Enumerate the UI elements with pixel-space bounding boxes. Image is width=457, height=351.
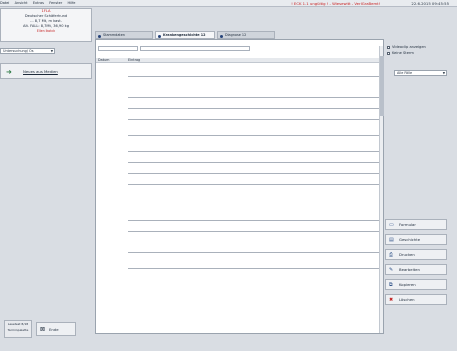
entry-divider	[128, 108, 380, 109]
edit-label: Bearbeiten	[399, 267, 420, 272]
menu-item-view[interactable]: Ansicht	[15, 1, 28, 5]
tab-label: Diagnose 12	[225, 33, 247, 37]
exit-icon: ⊠	[40, 326, 46, 333]
delete-button[interactable]: ✖ Löschen	[385, 294, 447, 305]
delete-icon: ✖	[389, 297, 394, 303]
entry-divider	[128, 162, 380, 163]
form-label: Formular	[399, 222, 416, 227]
scrollbar-thumb[interactable]	[380, 56, 384, 116]
pencil-icon: ✎	[389, 267, 394, 273]
tab-dot-icon	[98, 34, 101, 38]
exam-type-value: Untersuchung/ Os	[3, 49, 34, 53]
history-icon: ▤	[389, 237, 394, 243]
filter-date-input[interactable]	[98, 46, 138, 51]
printer-icon: ⎙	[389, 252, 394, 258]
form-button[interactable]: ▭ Formular	[385, 219, 447, 230]
new-from-media-button[interactable]: ➜ Neues aus Medien	[0, 63, 92, 79]
case-filter-value: Alle Fälle	[397, 71, 413, 75]
checkbox-icon	[387, 45, 390, 49]
history-label: Geschichte	[399, 237, 421, 242]
tab-label: Stammdaten	[103, 33, 125, 37]
entry-divider	[128, 135, 380, 136]
vertical-scrollbar[interactable]	[379, 46, 384, 333]
entry-divider	[128, 151, 380, 152]
tab-dot-icon	[158, 34, 161, 38]
tab-master-data[interactable]: Stammdaten	[95, 31, 153, 39]
entry-divider	[128, 252, 380, 253]
entry-divider	[128, 268, 380, 269]
entry-divider	[128, 220, 380, 221]
checkbox-icon	[387, 51, 390, 55]
entry-divider	[128, 97, 380, 98]
form-icon: ▭	[389, 222, 394, 228]
video-toggle[interactable]: Videoclip anzeigen	[387, 45, 426, 50]
col-date[interactable]: Datum	[98, 58, 109, 63]
tab-dot-icon	[220, 34, 223, 38]
copy-icon: ⧉	[389, 282, 393, 288]
copy-button[interactable]: ⧉ Kopieren	[385, 279, 447, 290]
case-filter-select[interactable]: Alle Fälle ▼	[394, 70, 447, 76]
tab-label: Krankengeschichte 12	[163, 33, 206, 37]
arrow-icon: ➜	[6, 68, 12, 76]
entry-divider	[128, 231, 380, 232]
menu-item-help[interactable]: Hilfe	[67, 1, 75, 5]
menu-item-extras[interactable]: Extras	[33, 1, 44, 5]
patient-status: Ellen lkotck	[36, 29, 56, 33]
video-label: Videoclip anzeigen	[392, 45, 426, 49]
menu-item-file[interactable]: Datei	[0, 1, 9, 5]
print-button[interactable]: ⎙ Drucken	[385, 249, 447, 260]
history-panel: Datum Eintrag 19.03.201519.43Stationär /…	[95, 39, 384, 334]
edit-button[interactable]: ✎ Bearbeiten	[385, 264, 447, 275]
chevron-down-icon: ▼	[50, 49, 53, 53]
new-from-media-label: Neues aus Medien	[23, 69, 58, 74]
entry-divider	[128, 119, 380, 120]
exam-type-select[interactable]: Untersuchung/ Os ▼	[0, 48, 55, 54]
exit-label: Ende	[49, 327, 59, 332]
history-button[interactable]: ▤ Geschichte	[385, 234, 447, 245]
menu-item-window[interactable]: Fenster	[49, 1, 62, 5]
license-warning: ! ECK 1.1 ungültig ! - Wiesewitt - VerIG…	[291, 1, 381, 6]
filter-entry-input[interactable]	[140, 46, 250, 51]
schedule-label[interactable]: Terminpalette	[5, 327, 31, 333]
col-entry[interactable]: Eintrag	[128, 58, 140, 63]
no-stars-toggle[interactable]: Keine Sterm	[387, 51, 414, 56]
print-label: Drucken	[399, 252, 415, 257]
delete-label: Löschen	[399, 297, 415, 302]
column-header: Datum Eintrag	[96, 58, 381, 63]
entry-divider	[128, 76, 380, 77]
copy-label: Kopieren	[399, 282, 416, 287]
system-status: ! ECK 1.1 ungültig ! - Wiesewitt - VerIG…	[291, 0, 449, 7]
entry-divider	[128, 173, 380, 174]
no-stars-label: Keine Sterm	[392, 51, 414, 55]
chevron-down-icon: ▼	[442, 71, 445, 75]
exit-button[interactable]: ⊠ Ende	[36, 322, 76, 336]
reading-test-panel[interactable]: Lesetest 8/18 Terminpalette	[4, 320, 32, 338]
tab-medical-history[interactable]: Krankengeschichte 12	[155, 31, 215, 39]
patient-card[interactable]: 1FLA Deutscher Schäferhund ... 8,7 Mt, m…	[0, 8, 92, 42]
tab-diagnosis[interactable]: Diagnose 12	[217, 31, 275, 39]
entry-divider	[128, 184, 380, 185]
datetime: 22.6.2015 09:45:55	[411, 1, 449, 6]
